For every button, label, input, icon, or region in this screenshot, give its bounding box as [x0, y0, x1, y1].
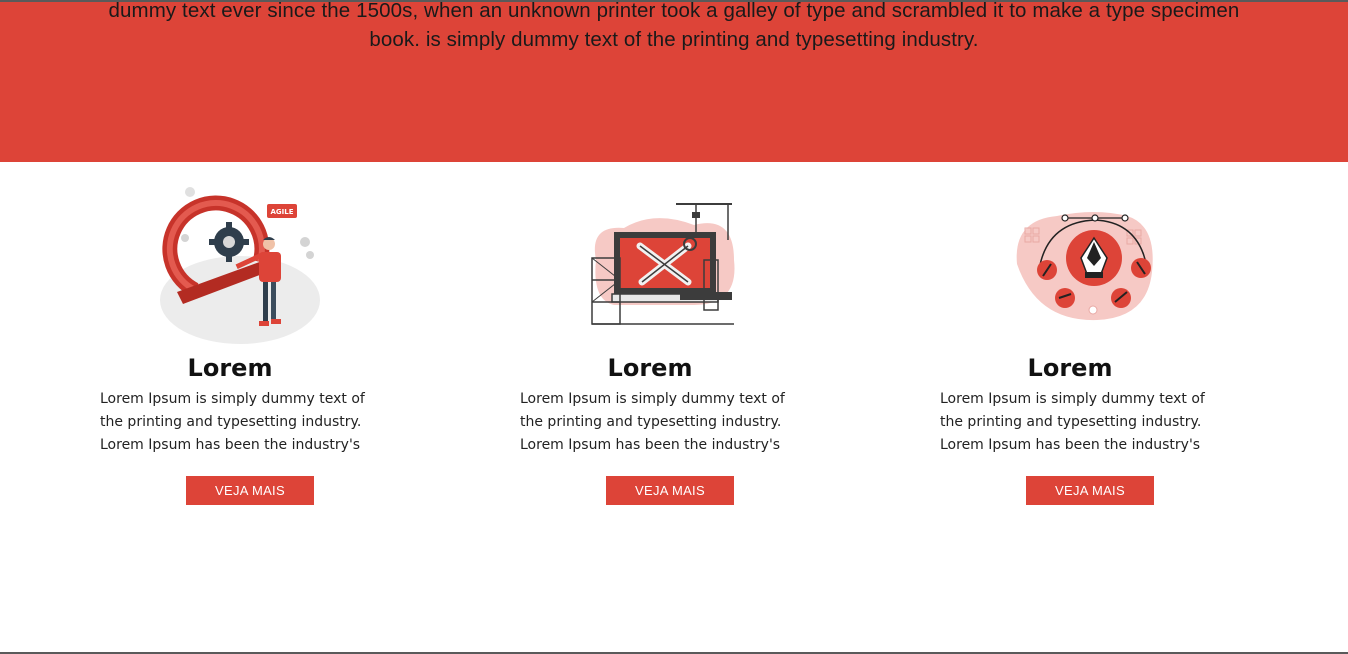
top-border [0, 0, 1348, 2]
veja-mais-button[interactable]: VEJA MAIS [1026, 476, 1154, 505]
tools-construction-illustration [591, 203, 735, 325]
card-title: Lorem [1027, 354, 1113, 382]
agile-gear-illustration: AGILE [160, 187, 320, 344]
hero-text-line-1: dummy text ever since the 1500s, when an… [108, 0, 1240, 22]
card-description-line: Lorem Ipsum has been the industry's [520, 437, 781, 453]
hero-text: dummy text ever since the 1500s, when an… [40, 0, 1308, 54]
card-description-line: Lorem Ipsum has been the industry's [940, 437, 1201, 453]
hero-text-line-2: book. is simply dummy text of the printi… [369, 28, 979, 51]
card-description-line: Lorem Ipsum is simply dummy text of [100, 391, 365, 407]
card-description-line: the printing and typesetting industry. [940, 414, 1202, 430]
card-description: Lorem Ipsum is simply dummy text of the … [100, 388, 400, 457]
card-title: Lorem [607, 354, 693, 382]
card-description: Lorem Ipsum is simply dummy text of the … [520, 388, 820, 457]
card-description-line: Lorem Ipsum has been the industry's [100, 437, 361, 453]
card-description: Lorem Ipsum is simply dummy text of the … [940, 388, 1240, 457]
card-description-line: the printing and typesetting industry. [100, 414, 362, 430]
pen-tool-design-illustration [1016, 212, 1153, 321]
card-description-line: Lorem Ipsum is simply dummy text of [940, 391, 1205, 407]
hero-banner: dummy text ever since the 1500s, when an… [0, 0, 1348, 162]
card-description-line: the printing and typesetting industry. [520, 414, 782, 430]
veja-mais-button[interactable]: VEJA MAIS [606, 476, 734, 505]
card-description-line: Lorem Ipsum is simply dummy text of [520, 391, 785, 407]
agile-badge: AGILE [270, 208, 293, 216]
feature-card-2: Lorem Lorem Ipsum is simply dummy text o… [520, 180, 820, 510]
feature-card-1: AGILE Lorem Lorem Ipsum is simply dummy … [100, 180, 400, 510]
feature-card-3: Lorem Lorem Ipsum is simply dummy text o… [940, 180, 1240, 510]
card-title: Lorem [187, 354, 273, 382]
veja-mais-button[interactable]: VEJA MAIS [186, 476, 314, 505]
